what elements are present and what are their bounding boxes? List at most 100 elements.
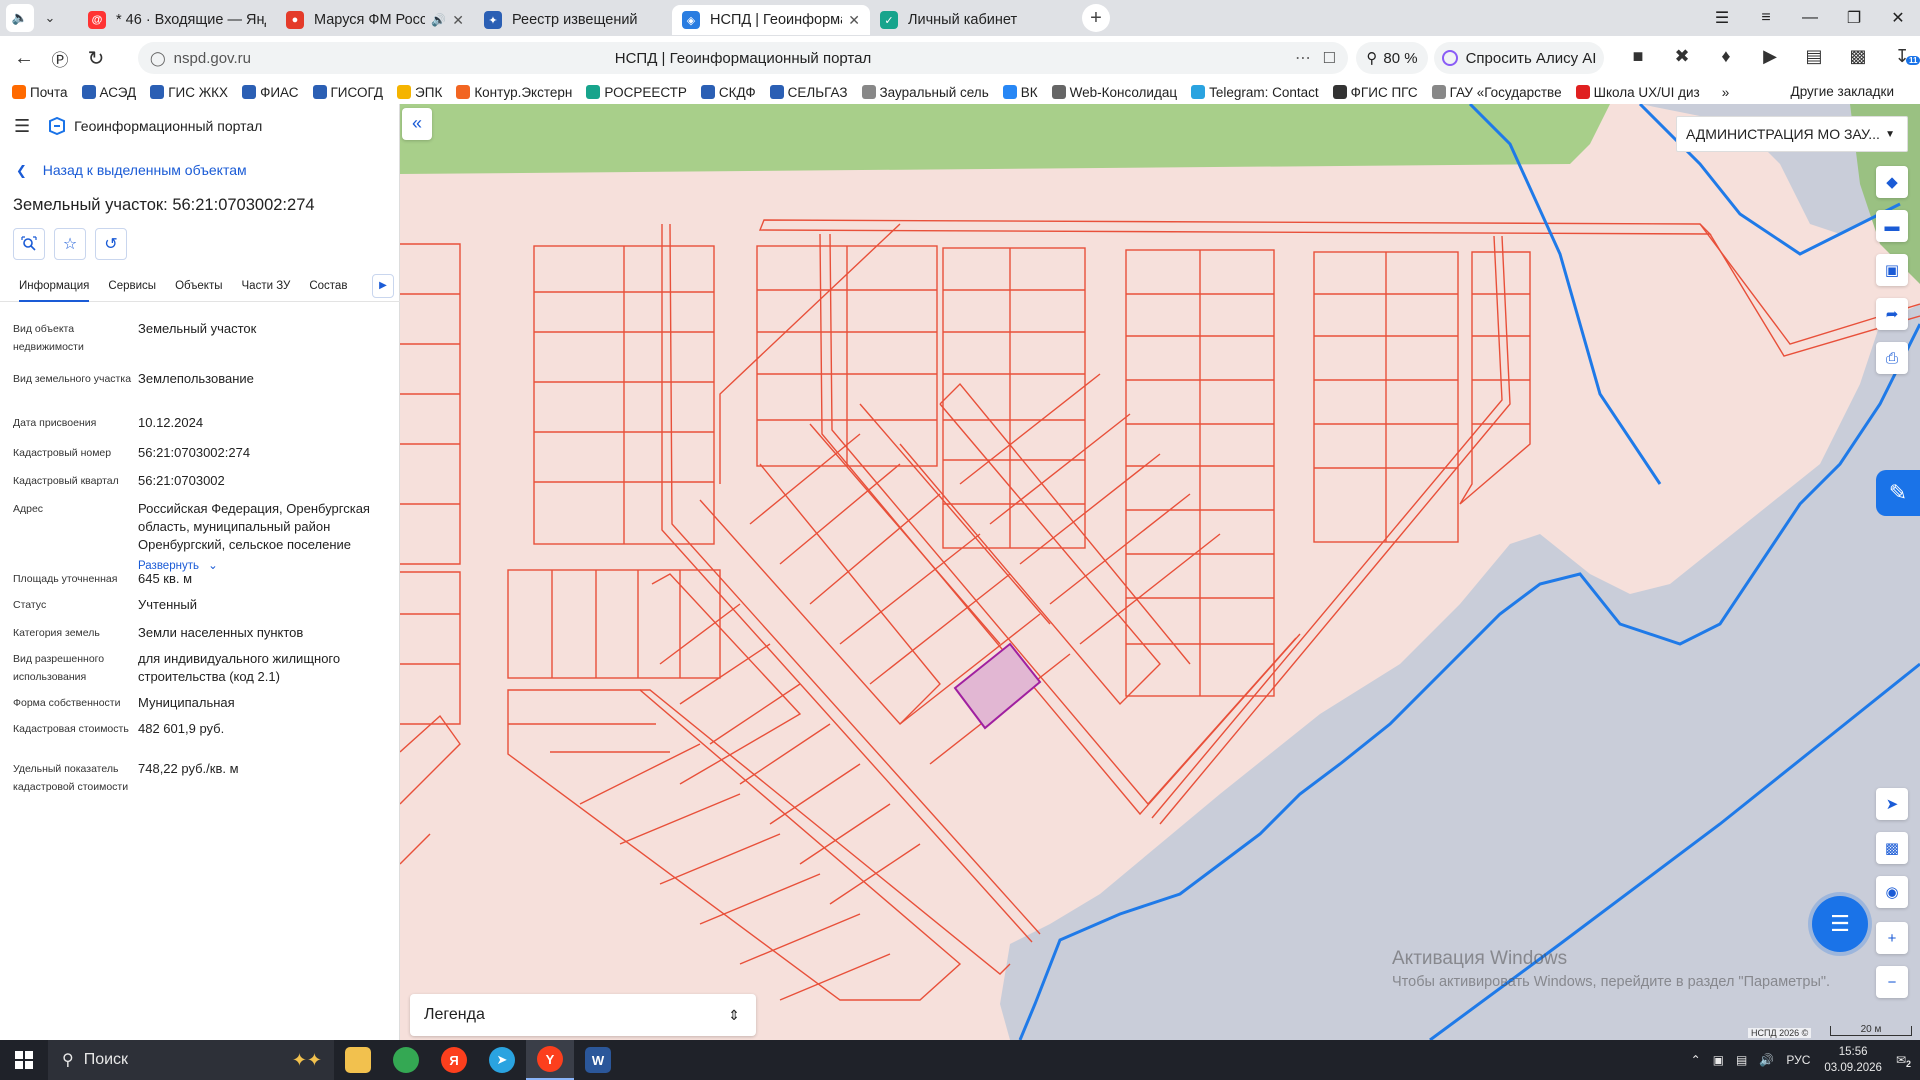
bookmark-item[interactable]: ВК [1002,85,1038,100]
collections-icon[interactable]: ▤ [1792,46,1836,67]
clock[interactable]: 15:56 03.09.2026 [1824,1044,1882,1076]
extension-icon[interactable]: ■ [1616,46,1660,67]
legend-button[interactable]: Легенда ⇕ [410,994,756,1036]
bookmark-icon[interactable]: ☐ [1323,49,1336,67]
close-tab-icon[interactable]: ✕ [452,12,464,29]
minimap-button[interactable]: ▩ [1876,832,1908,864]
bookmark-item[interactable]: ФГИС ПГС [1332,85,1418,100]
favorite-button[interactable]: ☆ [54,228,86,260]
browser-tab-active[interactable]: ◈ НСПД | Геоинформаци ✕ [672,5,870,35]
ask-alice-button[interactable]: Спросить Алису AI [1434,42,1604,74]
bookmark-item[interactable]: Почта [12,85,68,100]
more-bookmarks-icon[interactable]: » [1722,85,1730,100]
geolocation-button[interactable]: ➤ [1876,788,1908,820]
volume-icon[interactable]: 🔊 [1759,1053,1774,1067]
collapse-panel-button[interactable]: « [402,108,432,140]
layer-select[interactable]: АДМИНИСТРАЦИЯ МО ЗАУ... ▼ [1676,116,1908,152]
zoom-to-object-button[interactable] [13,228,45,260]
start-button[interactable] [0,1040,48,1080]
bookmark-item[interactable]: ЭПК [397,85,442,100]
tab-audio-icon[interactable]: 🔈 [6,4,34,32]
network-icon[interactable]: ▤ [1736,1053,1747,1067]
puzzle-icon[interactable]: ♦ [1704,46,1748,67]
share-button[interactable]: ➦ [1876,298,1908,330]
browser-tab[interactable]: @ * 46 · Входящие — Яндекс [78,5,276,35]
downloads-icon[interactable]: ↧ 11 [1880,46,1920,67]
menu-icon[interactable]: ≡ [1744,9,1788,27]
zoom-indicator[interactable]: ⚲ 80 % [1356,42,1428,74]
tabs-scroll-right-icon[interactable]: ▶ [372,274,394,298]
property-label: Дата присвоения [13,417,97,429]
language-indicator[interactable]: РУС [1786,1053,1810,1067]
close-window-icon[interactable]: ✕ [1876,8,1920,28]
tab-manager-icon[interactable]: ☰ [1700,8,1744,28]
tab-objects[interactable]: Объекты [175,272,222,302]
word-app[interactable]: W [574,1040,622,1080]
history-button[interactable]: ↺ [95,228,127,260]
extension-icon[interactable]: ▩ [1836,46,1880,67]
tab-information[interactable]: Информация [19,272,90,302]
tab-composition[interactable]: Состав [309,272,347,302]
url-field[interactable]: ◯ nspd.gov.ru НСПД | Геоинформационный п… [138,42,1348,74]
my-location-button[interactable]: ◉ [1876,876,1908,908]
hamburger-icon[interactable]: ☰ [14,116,30,137]
map-canvas[interactable] [400,104,1920,1040]
cadastral-map[interactable] [400,104,1920,1040]
tray-app-icon[interactable]: ▣ [1713,1053,1724,1067]
bookmark-item[interactable]: ГИС ЖКХ [150,85,228,100]
zoom-in-button[interactable]: + [1876,922,1908,954]
yandex-home-icon[interactable]: Ⓟ [42,46,78,71]
bookmark-item[interactable]: АСЭД [81,85,136,100]
close-tab-icon[interactable]: ✕ [848,12,860,29]
windows-taskbar: ⚲ Поиск ✦✦ Я ➤ Y W ⌃ ▣ ▤ 🔊 РУС 15:56 03.… [0,1040,1920,1080]
property-value-text: Муниципальная [138,695,235,710]
bookmark-item[interactable]: СЕЛЬГАЗ [769,85,848,100]
bookmark-item[interactable]: Зауральный сель [861,85,989,100]
back-arrow-icon[interactable]: ← [6,47,42,70]
browser-tab[interactable]: ✦ Реестр извещений [474,5,672,35]
telegram-app[interactable]: ➤ [478,1040,526,1080]
bookmark-favicon-icon [456,85,471,99]
tab-parts[interactable]: Части ЗУ [242,272,291,302]
browser-tab[interactable]: ● Маруся ФМ Россия 🔊 ✕ [276,5,474,35]
select-area-button[interactable]: ▣ [1876,254,1908,286]
tab-list-chevron-icon[interactable]: ⌄ [36,4,64,32]
tab-services[interactable]: Сервисы [108,272,156,302]
print-button[interactable]: ⎙ [1876,342,1908,374]
bookmark-item[interactable]: ГИСОГД [312,85,383,100]
chat-bubble-button[interactable]: ☰ [1812,896,1868,952]
bookmark-label: ЭПК [415,84,443,100]
bookmark-item[interactable]: РОСРЕЕСТР [586,85,687,100]
bookmark-item[interactable]: Telegram: Contact [1191,85,1319,100]
browser-tab[interactable]: ✓ Личный кабинет [870,5,1068,35]
zoom-out-button[interactable]: − [1876,966,1908,998]
taskbar-search[interactable]: ⚲ Поиск ✦✦ [48,1040,334,1080]
ruler-button[interactable]: ▬ [1876,210,1908,242]
media-icon[interactable]: ▶ [1748,46,1792,67]
bookmark-item[interactable]: Школа UX/UI диз [1575,85,1700,100]
tools-icon[interactable]: ✖ [1660,46,1704,67]
property-value-text: 645 кв. м [138,571,193,586]
file-explorer-app[interactable] [334,1040,382,1080]
bookmark-item[interactable]: Контур.Экстерн [456,85,572,100]
site-security-icon[interactable]: ◯ [150,50,166,67]
back-to-selected-link[interactable]: ❮ Назад к выделенным объектам [16,162,247,179]
tray-chevron-icon[interactable]: ⌃ [1691,1053,1701,1067]
bookmark-item[interactable]: ГАУ «Государстве [1431,85,1562,100]
maximize-icon[interactable]: ❐ [1832,8,1876,28]
feedback-button[interactable]: ✎ [1876,470,1920,516]
notifications-icon[interactable]: ✉ 2 [1896,1053,1911,1069]
new-tab-button[interactable]: + [1082,4,1110,32]
bookmark-item[interactable]: ФИАС [242,85,299,100]
chrome-app[interactable] [382,1040,430,1080]
layers-button[interactable]: ◆ [1876,166,1908,198]
other-bookmarks[interactable]: Другие закладки [1791,84,1894,99]
yandex-app[interactable]: Я [430,1040,478,1080]
reload-icon[interactable]: ↻ [78,46,114,71]
bookmark-item[interactable]: СКДФ [700,85,756,100]
minimize-icon[interactable]: — [1788,9,1832,27]
yandex-browser-app[interactable]: Y [526,1040,574,1080]
bookmark-item[interactable]: Web-Консолидац [1051,85,1177,100]
more-dots-icon[interactable]: ⋯ [1295,48,1312,68]
speaker-icon[interactable]: 🔊 [431,13,446,27]
